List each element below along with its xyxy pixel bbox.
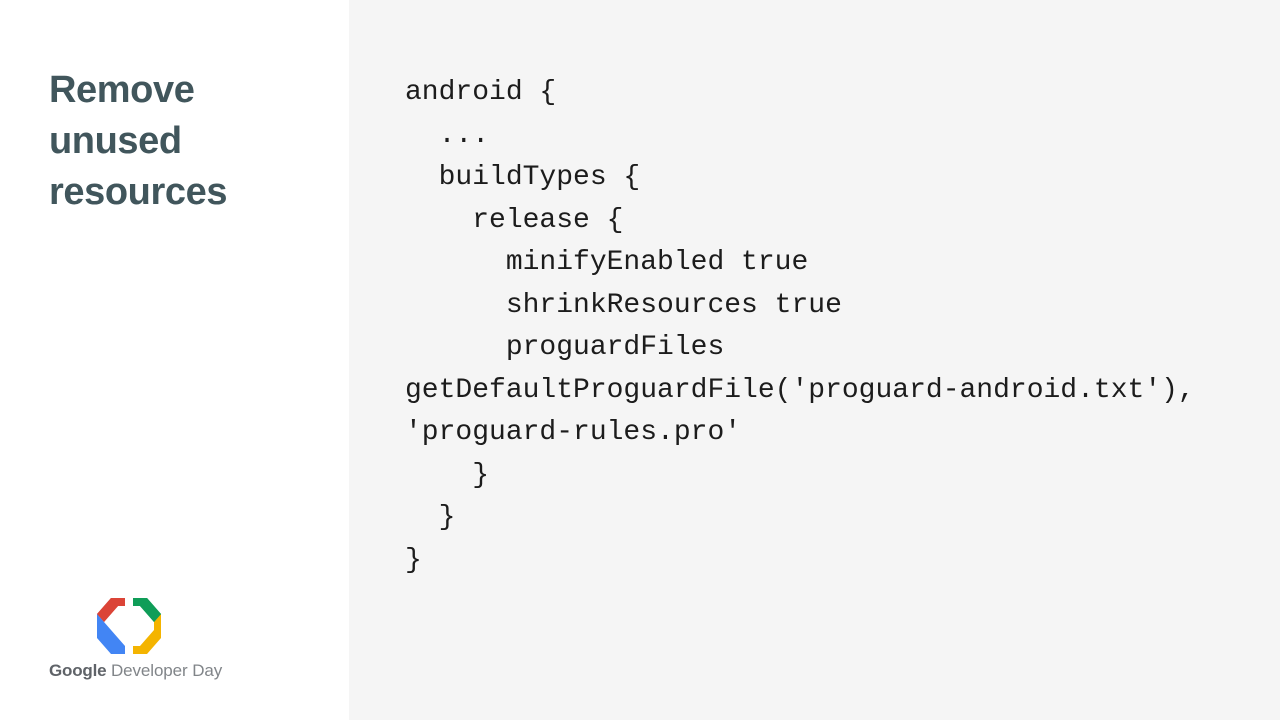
brand-logo: Google Developer Day xyxy=(49,598,222,681)
google-developers-chevron-icon xyxy=(97,598,161,654)
code-snippet: android { ... buildTypes { release { min… xyxy=(405,77,1195,576)
page-title: Remove unused resources xyxy=(49,69,228,214)
slide-right-panel: android { ... buildTypes { release { min… xyxy=(349,0,1280,720)
logo-word-google: Google xyxy=(49,661,107,680)
slide-left-panel: Remove unused resources Google Developer… xyxy=(0,0,349,720)
logo-wordmark: Google Developer Day xyxy=(49,660,222,681)
slide-root: Remove unused resources Google Developer… xyxy=(0,0,1280,720)
logo-word-developer-day: Developer Day xyxy=(106,661,223,680)
